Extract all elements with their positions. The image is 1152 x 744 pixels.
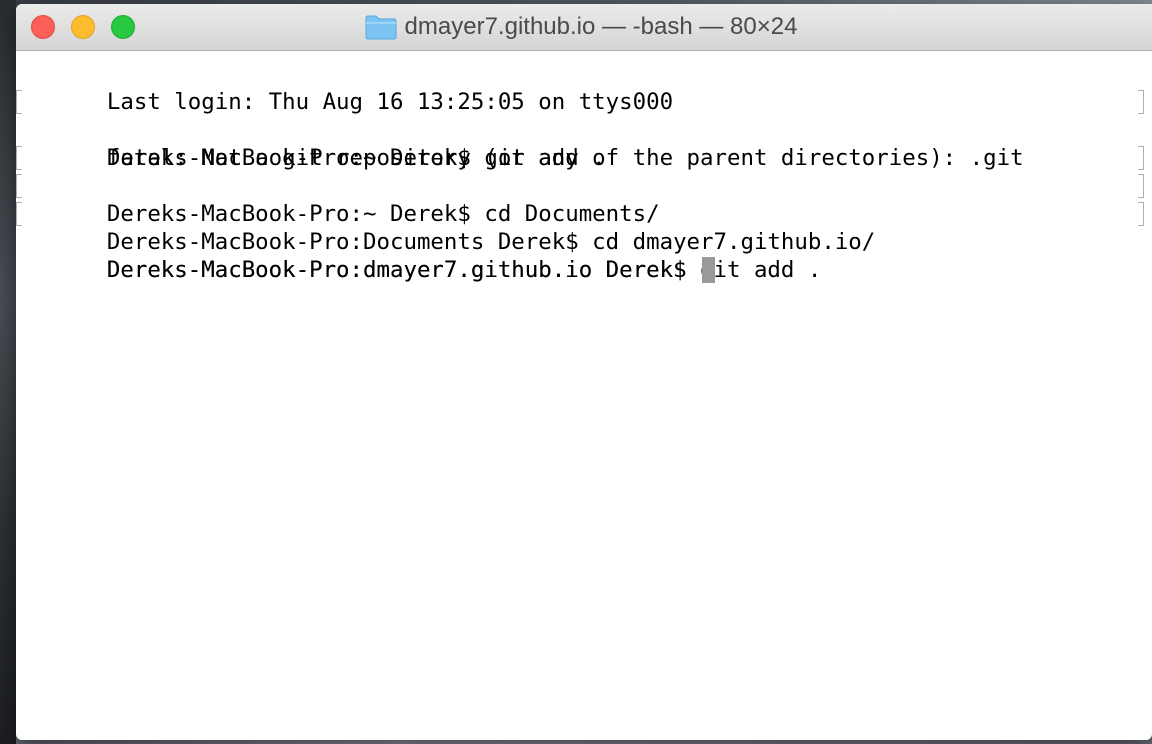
- terminal-line: Dereks-MacBook-Pro:dmayer7.github.io Der…: [16, 200, 1144, 283]
- mark-bracket-right: [1138, 174, 1144, 198]
- terminal-prompt-line[interactable]: Dereks-MacBook-Pro:dmayer7.github.io Der…: [26, 228, 1142, 283]
- mark-bracket-left: [16, 146, 22, 170]
- title-bar[interactable]: dmayer7.github.io — -bash — 80×24: [16, 4, 1152, 51]
- mark-bracket-left: [16, 202, 22, 226]
- terminal-line: Last login: Thu Aug 16 13:25:05 on ttys0…: [26, 60, 1142, 115]
- mark-bracket-left: [16, 90, 22, 114]
- terminal-line: Dereks-MacBook-Pro:Documents Derek$ cd d…: [16, 172, 1144, 255]
- terminal-window: dmayer7.github.io — -bash — 80×24 Last l…: [16, 4, 1152, 740]
- terminal-output[interactable]: Last login: Thu Aug 16 13:25:05 on ttys0…: [16, 51, 1152, 283]
- terminal-prompt: Dereks-MacBook-Pro:dmayer7.github.io Der…: [106, 257, 701, 283]
- mark-bracket-right: [1138, 146, 1144, 170]
- terminal-line: Dereks-MacBook-Pro:~ Derek$ cd Documents…: [16, 144, 1144, 227]
- window-title: dmayer7.github.io — -bash — 80×24: [404, 13, 798, 40]
- terminal-line: fatal: Not a git repository (or any of t…: [26, 116, 1142, 171]
- mark-bracket-left: [16, 174, 22, 198]
- folder-icon: [365, 15, 397, 40]
- text-cursor: [702, 257, 716, 283]
- window-title-group: dmayer7.github.io — -bash — 80×24: [16, 4, 1152, 50]
- terminal-line: Dereks-MacBook-Pro:~ Derek$ git add .: [16, 88, 1144, 171]
- desktop-background: [0, 0, 16, 744]
- mark-bracket-right: [1138, 90, 1144, 114]
- mark-bracket-right: [1138, 202, 1144, 226]
